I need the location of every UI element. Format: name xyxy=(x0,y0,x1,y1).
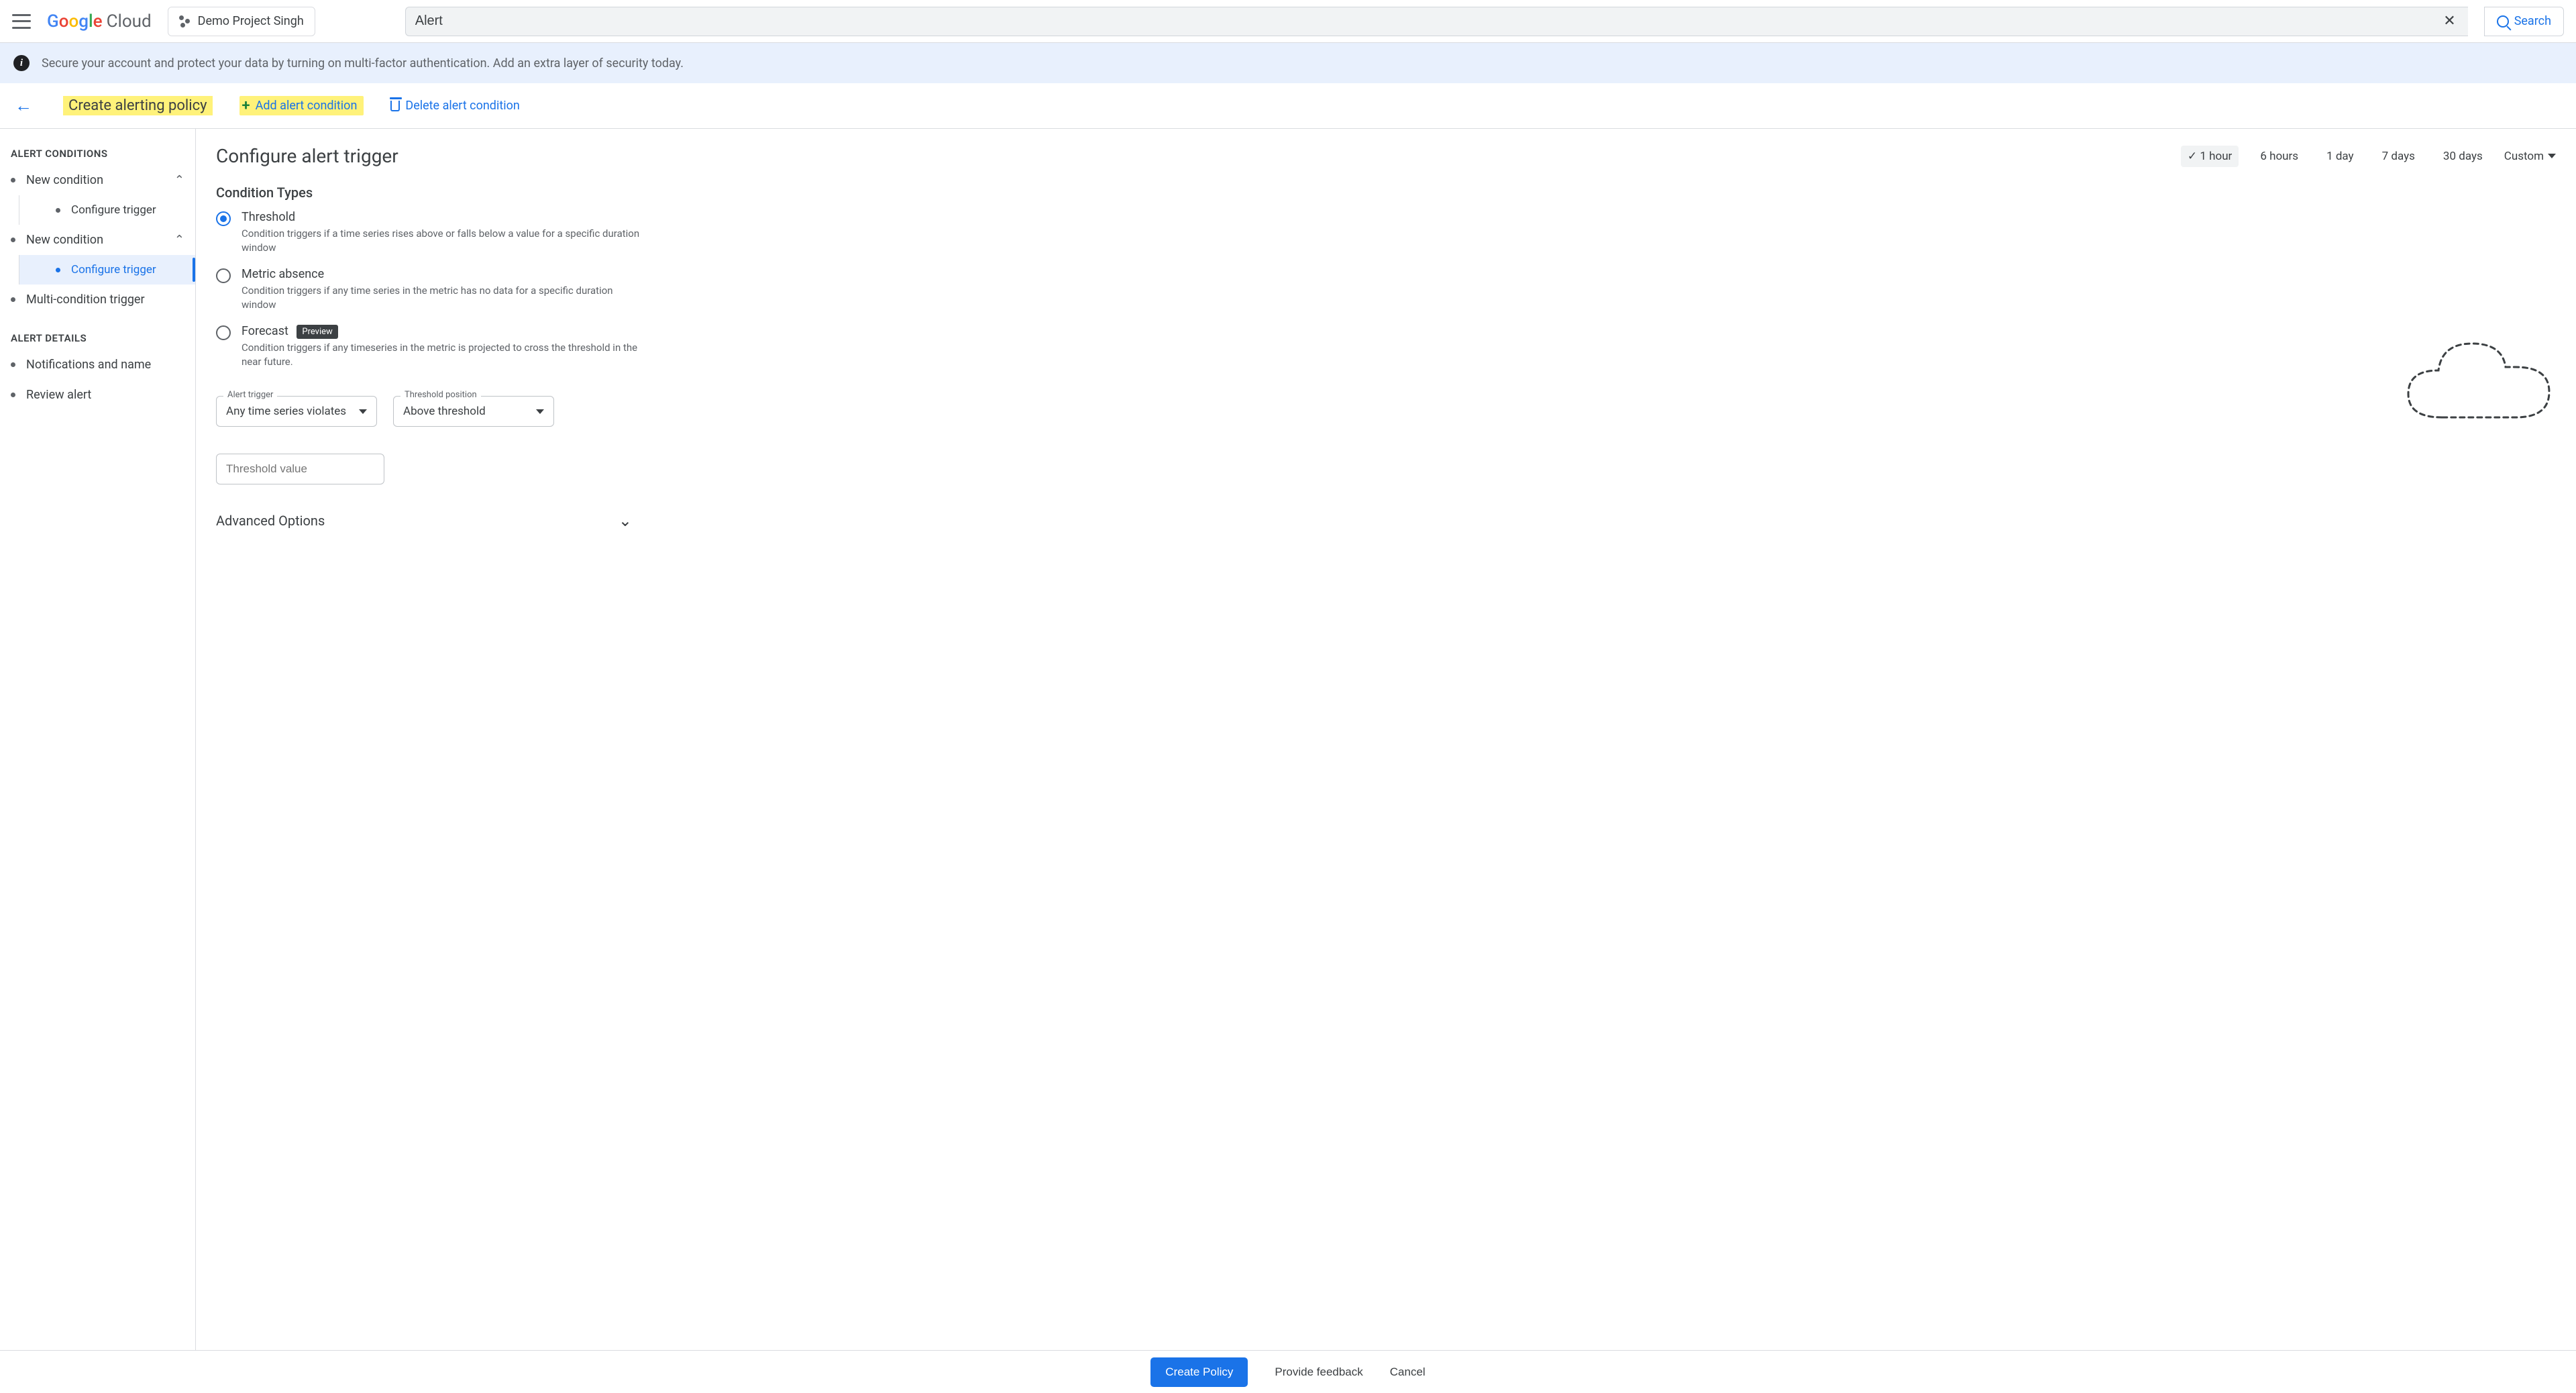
time-range-30d[interactable]: 30 days xyxy=(2436,146,2489,167)
preview-badge: Preview xyxy=(297,325,337,339)
sidebar-item-label: Configure trigger xyxy=(71,203,156,217)
condition-type-absence[interactable]: Metric absence Condition triggers if any… xyxy=(216,267,645,312)
menu-icon[interactable] xyxy=(12,14,31,29)
field-label: Alert trigger xyxy=(223,390,277,400)
cancel-button[interactable]: Cancel xyxy=(1390,1365,1426,1379)
time-range-1h[interactable]: 1 hour xyxy=(2181,146,2239,167)
bullet-icon xyxy=(11,362,15,367)
radio-description: Condition triggers if any timeseries in … xyxy=(241,341,645,369)
sidebar-item-condition-2-configure[interactable]: Configure trigger xyxy=(19,255,195,285)
body: ALERT CONDITIONS New condition ⌃ Configu… xyxy=(0,129,2576,1350)
bullet-icon xyxy=(56,268,60,272)
sidebar-item-label: New condition xyxy=(26,173,103,187)
radio-label: Metric absence xyxy=(241,267,645,281)
search-box[interactable]: ✕ xyxy=(405,7,2468,36)
time-range-7d[interactable]: 7 days xyxy=(2375,146,2422,167)
radio-description: Condition triggers if any time series in… xyxy=(241,284,645,312)
provide-feedback-button[interactable]: Provide feedback xyxy=(1275,1365,1362,1379)
sidebar-section-details: ALERT DETAILS xyxy=(0,327,195,350)
sidebar-section-conditions: ALERT CONDITIONS xyxy=(0,142,195,165)
add-alert-condition-button[interactable]: + Add alert condition xyxy=(239,96,364,115)
page-title: Create alerting policy xyxy=(63,96,213,115)
chevron-up-icon[interactable]: ⌃ xyxy=(174,233,184,247)
main-content: Configure alert trigger 1 hour 6 hours 1… xyxy=(196,129,2576,1350)
google-cloud-logo[interactable]: Google Cloud xyxy=(47,11,152,32)
mfa-banner: i Secure your account and protect your d… xyxy=(0,43,2576,83)
field-value: Any time series violates xyxy=(226,405,346,418)
bullet-icon xyxy=(11,297,15,302)
search-button-label: Search xyxy=(2514,14,2551,28)
sidebar-item-condition-1[interactable]: New condition ⌃ xyxy=(0,165,195,195)
back-arrow-icon[interactable]: ← xyxy=(11,93,36,119)
field-value: Above threshold xyxy=(403,405,486,418)
sidebar-item-label: Configure trigger xyxy=(71,263,156,276)
sidebar-item-notifications[interactable]: Notifications and name xyxy=(0,350,195,380)
time-range-custom[interactable]: Custom xyxy=(2504,150,2556,163)
main-title: Configure alert trigger xyxy=(216,145,398,167)
project-name: Demo Project Singh xyxy=(198,14,304,28)
trash-icon xyxy=(390,101,400,111)
radio-label: Threshold xyxy=(241,210,645,224)
time-range-6h[interactable]: 6 hours xyxy=(2253,146,2305,167)
cloud-placeholder-icon xyxy=(2402,330,2556,431)
condition-type-forecast[interactable]: Forecast Preview Condition triggers if a… xyxy=(216,324,645,369)
alert-trigger-select[interactable]: Alert trigger Any time series violates xyxy=(216,396,377,427)
advanced-options-label: Advanced Options xyxy=(216,513,325,529)
sidebar: ALERT CONDITIONS New condition ⌃ Configu… xyxy=(0,129,196,1350)
time-range-picker: 1 hour 6 hours 1 day 7 days 30 days Cust… xyxy=(2181,146,2556,167)
field-label: Threshold position xyxy=(400,390,481,400)
logo-cloud-text: Cloud xyxy=(107,11,152,32)
threshold-value-input-wrap[interactable] xyxy=(216,454,384,484)
search-input[interactable] xyxy=(415,13,2441,29)
bullet-icon xyxy=(11,238,15,242)
radio-icon[interactable] xyxy=(216,325,231,340)
time-range-custom-label: Custom xyxy=(2504,150,2544,163)
banner-text: Secure your account and protect your dat… xyxy=(42,56,684,70)
search-icon xyxy=(2497,15,2509,28)
sidebar-item-condition-1-configure[interactable]: Configure trigger xyxy=(19,195,195,225)
delete-alert-condition-button[interactable]: Delete alert condition xyxy=(390,99,519,113)
radio-description: Condition triggers if a time series rise… xyxy=(241,227,645,255)
condition-types-heading: Condition Types xyxy=(216,185,2556,201)
project-picker[interactable]: Demo Project Singh xyxy=(168,7,315,36)
radio-icon[interactable] xyxy=(216,268,231,283)
bullet-icon xyxy=(11,393,15,397)
radio-label: Forecast Preview xyxy=(241,324,645,338)
threshold-position-select[interactable]: Threshold position Above threshold xyxy=(393,396,554,427)
caret-down-icon xyxy=(359,409,367,414)
top-header: Google Cloud Demo Project Singh ✕ Search xyxy=(0,0,2576,43)
delete-alert-condition-label: Delete alert condition xyxy=(405,99,519,113)
time-range-1d[interactable]: 1 day xyxy=(2320,146,2361,167)
info-icon: i xyxy=(13,55,30,71)
condition-type-threshold[interactable]: Threshold Condition triggers if a time s… xyxy=(216,210,645,255)
sidebar-item-review[interactable]: Review alert xyxy=(0,380,195,410)
sidebar-item-label: Notifications and name xyxy=(26,358,151,372)
caret-down-icon xyxy=(536,409,544,414)
caret-down-icon xyxy=(2548,154,2556,158)
chevron-down-icon: ⌄ xyxy=(619,511,632,530)
threshold-value-input[interactable] xyxy=(226,462,374,476)
bullet-icon xyxy=(56,208,60,213)
project-icon xyxy=(179,15,191,28)
search-button[interactable]: Search xyxy=(2484,7,2564,36)
advanced-options-toggle[interactable]: Advanced Options ⌄ xyxy=(216,511,632,530)
chevron-up-icon[interactable]: ⌃ xyxy=(174,173,184,187)
sidebar-item-multi-condition[interactable]: Multi-condition trigger xyxy=(0,285,195,315)
sidebar-item-label: New condition xyxy=(26,233,103,247)
sidebar-item-label: Review alert xyxy=(26,388,91,402)
radio-icon[interactable] xyxy=(216,211,231,226)
create-policy-button[interactable]: Create Policy xyxy=(1150,1357,1248,1387)
page-header: ← Create alerting policy + Add alert con… xyxy=(0,83,2576,129)
plus-icon: + xyxy=(242,97,250,114)
bullet-icon xyxy=(11,178,15,183)
sidebar-item-label: Multi-condition trigger xyxy=(26,293,145,307)
clear-search-icon[interactable]: ✕ xyxy=(2440,10,2458,32)
add-alert-condition-label: Add alert condition xyxy=(256,99,358,113)
footer: Create Policy Provide feedback Cancel xyxy=(0,1350,2576,1393)
sidebar-item-condition-2[interactable]: New condition ⌃ xyxy=(0,225,195,255)
